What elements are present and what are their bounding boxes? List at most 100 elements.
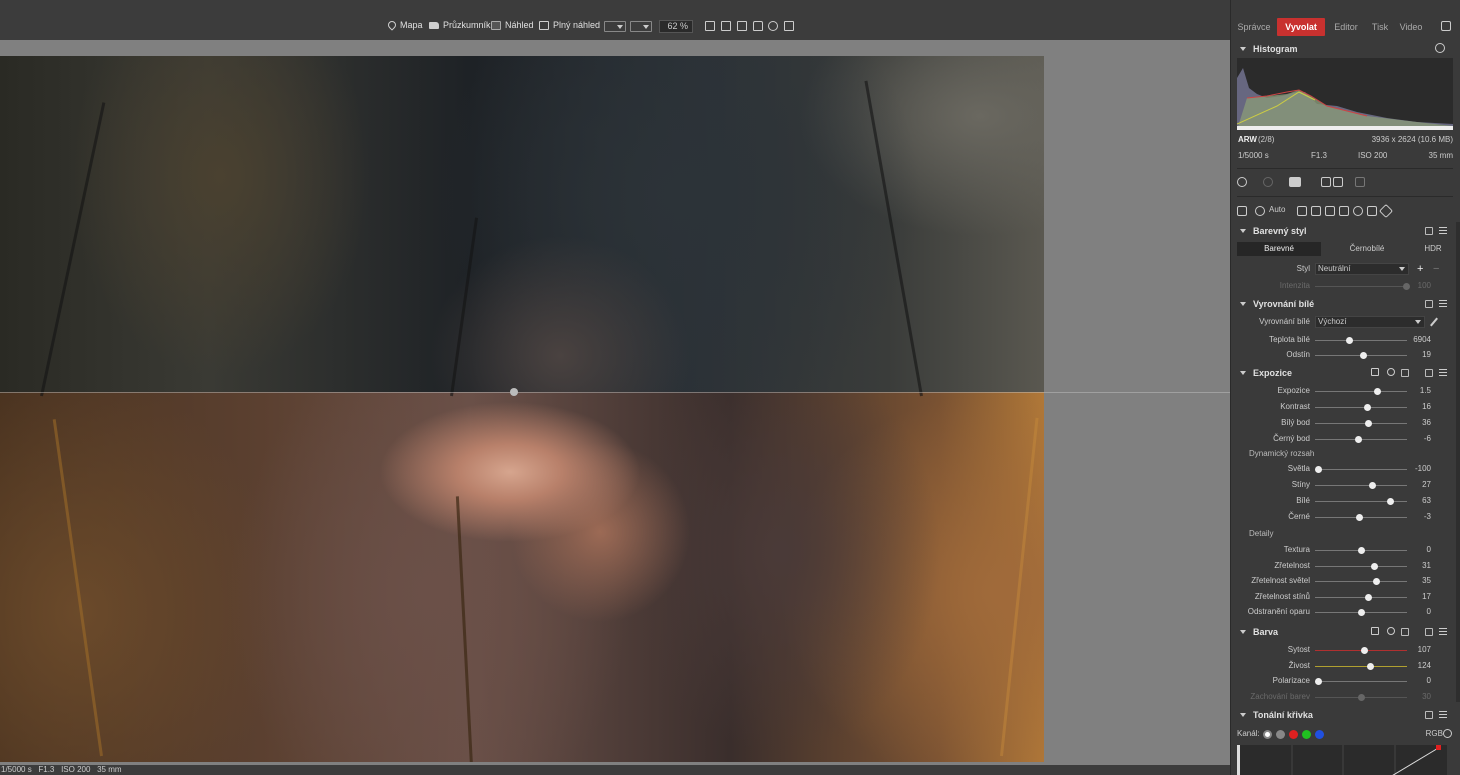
channel-dot[interactable] (1289, 730, 1298, 739)
map-button[interactable]: Mapa (386, 19, 423, 31)
slider-knob[interactable] (1358, 693, 1365, 701)
compare-icon[interactable] (784, 21, 794, 31)
slider-knob[interactable] (1358, 547, 1365, 554)
slider-knob[interactable] (1367, 662, 1375, 670)
check-icon[interactable] (1371, 627, 1379, 635)
paste-icon[interactable] (1425, 369, 1433, 377)
split-mode-dropdown[interactable] (630, 21, 652, 32)
slider-knob[interactable] (1314, 678, 1322, 685)
slider-value[interactable]: -3 (1424, 510, 1431, 524)
fill-icon[interactable] (737, 21, 747, 31)
slider-knob[interactable] (1373, 388, 1381, 395)
histogram-settings-icon[interactable] (1435, 43, 1445, 53)
slider-value[interactable]: -100 (1415, 462, 1431, 476)
tab-vyvolat[interactable]: Vyvolat (1277, 18, 1325, 36)
slider-value[interactable]: 124 (1418, 659, 1431, 673)
paste-icon[interactable] (1425, 628, 1433, 636)
channel-dot[interactable] (1315, 730, 1324, 739)
copy-icon[interactable] (1425, 227, 1433, 235)
menu-icon[interactable] (1439, 711, 1447, 718)
slider-value[interactable]: 6904 (1413, 333, 1431, 347)
tab-video[interactable]: Video (1395, 18, 1427, 36)
slider-value[interactable]: 35 (1422, 574, 1431, 588)
color-style-header[interactable]: Barevný styl (1231, 223, 1453, 239)
tab-spravce[interactable]: Správce (1231, 18, 1277, 36)
slider-knob[interactable] (1360, 647, 1368, 654)
image-canvas[interactable] (0, 40, 1230, 765)
tone-curve-header[interactable]: Tonální křivka (1231, 707, 1453, 723)
zoom-1to1-icon[interactable] (705, 21, 715, 31)
slider-value[interactable]: -6 (1424, 432, 1431, 446)
tab-hdr[interactable]: HDR (1413, 242, 1453, 256)
crop-icon[interactable] (1311, 206, 1321, 216)
slider-track[interactable] (1315, 665, 1407, 667)
slider-value[interactable]: 19 (1422, 348, 1431, 362)
slider-knob[interactable] (1314, 466, 1322, 473)
check-icon[interactable] (1371, 368, 1379, 376)
white-balance-header[interactable]: Vyrovnání bílé (1231, 296, 1453, 312)
slider-knob[interactable] (1365, 593, 1373, 601)
zoom-input[interactable]: 62 % (659, 20, 693, 33)
slider-track[interactable] (1315, 423, 1407, 424)
slider-track[interactable] (1315, 391, 1407, 392)
slider-knob[interactable] (1355, 436, 1363, 443)
slider-track[interactable] (1315, 581, 1407, 582)
external-window-icon[interactable] (1441, 21, 1451, 31)
color-icon[interactable] (1353, 206, 1363, 216)
slider-track[interactable] (1315, 596, 1407, 598)
auto-wand-icon[interactable] (1255, 206, 1265, 216)
image-history-icon[interactable] (1289, 177, 1301, 187)
copy-icon[interactable] (1425, 300, 1433, 308)
slider-track[interactable] (1315, 681, 1407, 682)
slider-value[interactable]: 0 (1427, 543, 1431, 557)
reset-icon[interactable] (1387, 627, 1395, 635)
color-header[interactable]: Barva (1231, 624, 1453, 640)
copy-icon[interactable] (1401, 628, 1409, 636)
rotate-right-icon[interactable] (1333, 177, 1343, 187)
channel-dot[interactable] (1302, 730, 1311, 739)
tab-cernobile[interactable]: Černobílé (1321, 242, 1413, 256)
slider-knob[interactable] (1370, 562, 1378, 570)
slider-value[interactable]: 107 (1418, 643, 1431, 657)
slider-knob[interactable] (1386, 498, 1394, 505)
slider-track[interactable] (1315, 485, 1407, 486)
split-divider[interactable] (0, 392, 1230, 393)
full-preview-button[interactable]: Plný náhled (539, 20, 600, 30)
slider-knob[interactable] (1364, 404, 1372, 411)
slider-value[interactable]: 17 (1422, 590, 1431, 604)
exposure-header[interactable]: Expozice (1231, 365, 1453, 381)
slider-value[interactable]: 27 (1422, 478, 1431, 492)
tab-tisk[interactable]: Tisk (1365, 18, 1395, 36)
style-dropdown[interactable]: Neutrální (1315, 263, 1409, 275)
slider-value[interactable]: 0 (1427, 674, 1431, 688)
slider-track[interactable] (1315, 340, 1407, 341)
slider-value[interactable]: 30 (1422, 690, 1431, 704)
menu-icon[interactable] (1439, 628, 1447, 635)
undo-icon[interactable] (1237, 177, 1247, 187)
slider-knob[interactable] (1359, 352, 1367, 359)
sliders-icon[interactable] (1237, 206, 1247, 216)
tab-editor[interactable]: Editor (1327, 18, 1365, 36)
layers-icon[interactable] (1367, 206, 1377, 216)
channel-dot[interactable] (1276, 730, 1285, 739)
gear-icon[interactable] (1443, 729, 1452, 738)
copy-icon[interactable] (1401, 369, 1409, 377)
slider-knob[interactable] (1356, 514, 1364, 521)
remove-style-icon[interactable]: − (1433, 262, 1439, 276)
slider-track[interactable] (1315, 565, 1407, 567)
redo-icon[interactable] (1263, 177, 1273, 187)
panel-scrollbar[interactable] (1456, 222, 1460, 702)
slider-value[interactable]: 1.5 (1420, 384, 1431, 398)
camera-icon[interactable] (1297, 206, 1307, 216)
save-icon[interactable] (1355, 177, 1365, 187)
slider-knob[interactable] (1346, 337, 1354, 344)
channel-dot[interactable] (1263, 730, 1272, 739)
compare-mode-dropdown[interactable] (604, 21, 626, 32)
copy-icon[interactable] (1425, 711, 1433, 719)
preview-button[interactable]: Náhled (491, 20, 534, 30)
reset-icon[interactable] (1387, 368, 1395, 376)
split-handle[interactable] (510, 388, 518, 396)
slider-knob[interactable] (1358, 609, 1365, 616)
tab-barevne[interactable]: Barevné (1237, 242, 1321, 256)
menu-icon[interactable] (1439, 227, 1447, 234)
